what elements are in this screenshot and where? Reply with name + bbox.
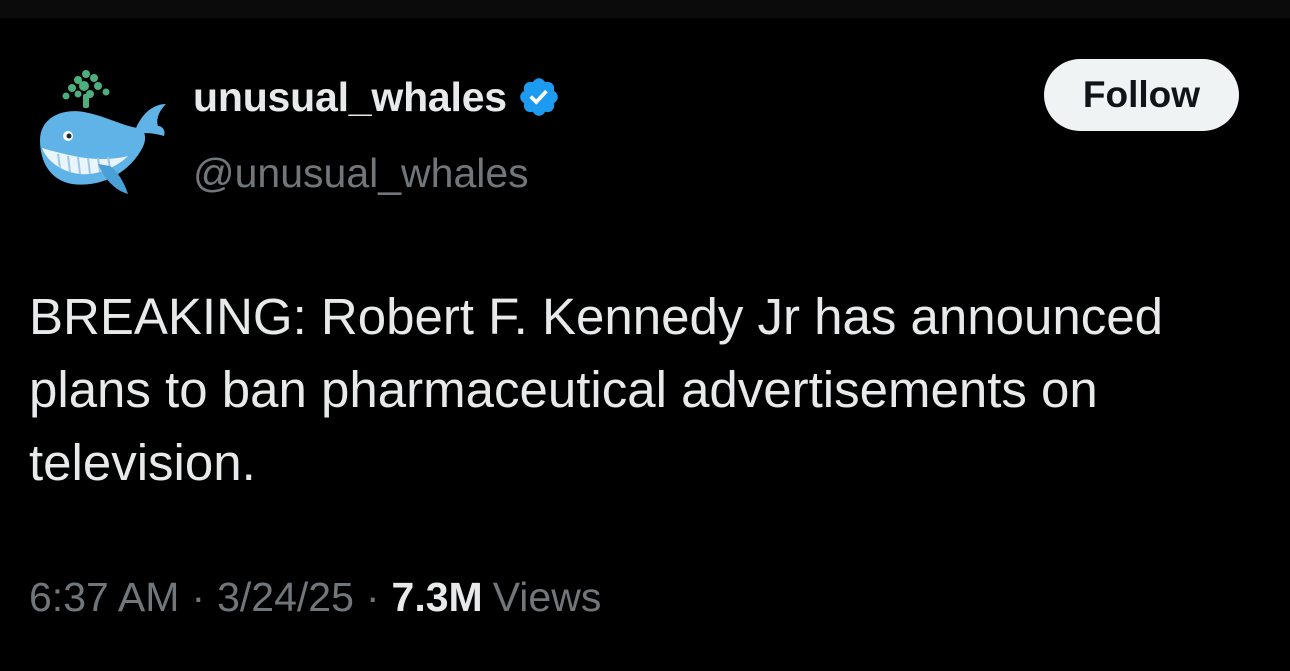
- author-display-name[interactable]: unusual_whales: [193, 74, 507, 121]
- tweet-date[interactable]: 3/24/25: [217, 574, 354, 621]
- author-name-row: unusual_whales: [193, 73, 561, 121]
- views-count[interactable]: 7.3M: [392, 574, 483, 621]
- whale-icon: [40, 70, 166, 194]
- tweet-meta: 6:37 AM · 3/24/25 · 7.3M Views: [29, 574, 601, 621]
- tweet-text: BREAKING: Robert F. Kennedy Jr has annou…: [29, 288, 1163, 491]
- author-handle[interactable]: @unusual_whales: [193, 150, 529, 197]
- top-strip: [0, 0, 1290, 18]
- verified-badge-icon[interactable]: [517, 75, 561, 119]
- meta-separator: ·: [191, 574, 206, 620]
- tweet-card: unusual_whales @unusual_whales Follow BR…: [0, 18, 1290, 671]
- tweet-time[interactable]: 6:37 AM: [29, 574, 179, 621]
- follow-button[interactable]: Follow: [1044, 59, 1239, 131]
- meta-separator: ·: [365, 574, 380, 620]
- views-label: Views: [492, 574, 602, 620]
- avatar[interactable]: [28, 60, 168, 200]
